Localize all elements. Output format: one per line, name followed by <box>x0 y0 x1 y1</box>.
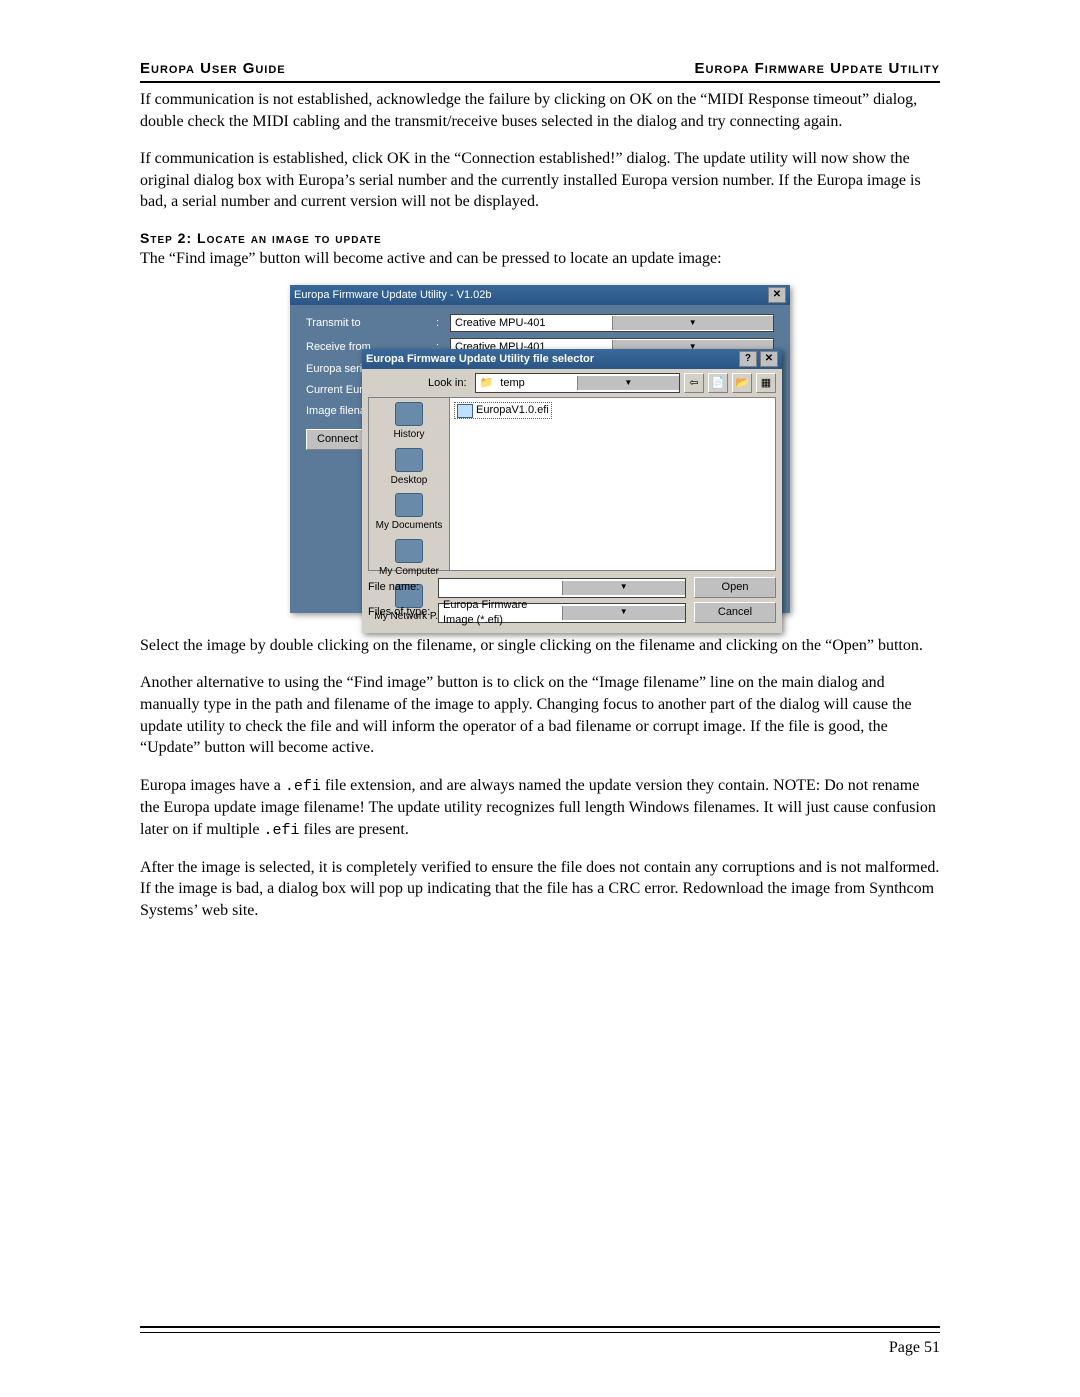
paragraph-2: If communication is established, click O… <box>140 148 940 213</box>
place-mycomp[interactable]: My Computer <box>379 539 439 579</box>
file-toolbar: Look in: 📁 temp ▼ ⇦ 📄 📂 ▦ <box>362 369 782 397</box>
main-window-title: Europa Firmware Update Utility - V1.02b <box>294 288 491 303</box>
file-dialog-title-bar: Europa Firmware Update Utility file sele… <box>362 349 782 369</box>
footer-rule <box>140 1326 940 1333</box>
filetype-value: Europa Firmware Image (*.efi) <box>439 598 562 628</box>
screenshot-inner: Europa Firmware Update Utility - V1.02b … <box>290 285 790 612</box>
close-icon[interactable]: ✕ <box>768 287 786 303</box>
page-footer: Page 51 <box>140 1326 940 1357</box>
transmit-value: Creative MPU-401 <box>451 316 612 331</box>
open-button[interactable]: Open <box>694 577 776 598</box>
main-title-bar: Europa Firmware Update Utility - V1.02b … <box>290 285 790 305</box>
page-header: Europa User Guide Europa Firmware Update… <box>140 60 940 83</box>
lookin-combo[interactable]: 📁 temp ▼ <box>475 373 680 393</box>
place-mydocs[interactable]: My Documents <box>376 493 443 533</box>
paragraph-4: Select the image by double clicking on t… <box>140 635 940 657</box>
lookin-label: Look in: <box>428 376 467 391</box>
file-selector-dialog: Europa Firmware Update Utility file sele… <box>362 349 782 633</box>
paragraph-6: Europa images have a .efi file extension… <box>140 775 940 841</box>
paragraph-5: Another alternative to using the “Find i… <box>140 672 940 758</box>
history-icon <box>395 402 423 426</box>
lookin-value: temp <box>496 377 528 389</box>
paragraph-3: The “Find image” button will become acti… <box>140 248 940 270</box>
file-body: History Desktop My Documents My Computer… <box>368 397 776 571</box>
file-dialog-title: Europa Firmware Update Utility file sele… <box>366 352 594 367</box>
cancel-button[interactable]: Cancel <box>694 602 776 623</box>
transmit-combo[interactable]: Creative MPU-401 ▼ <box>450 314 774 332</box>
screenshot: Europa Firmware Update Utility - V1.02b … <box>140 285 940 612</box>
computer-icon <box>395 539 423 563</box>
filetype-combo[interactable]: Europa Firmware Image (*.efi) ▼ <box>438 603 686 623</box>
views-icon[interactable]: ▦ <box>756 373 776 393</box>
chevron-down-icon[interactable]: ▼ <box>612 316 774 330</box>
file-item-name: EuropaV1.0.efi <box>476 403 549 418</box>
documents-icon <box>395 493 423 517</box>
body-text: If communication is not established, ack… <box>140 89 940 922</box>
efi-ext: .efi <box>285 778 321 795</box>
paragraph-1: If communication is not established, ack… <box>140 89 940 132</box>
connect-button[interactable]: Connect <box>306 429 369 450</box>
file-item[interactable]: EuropaV1.0.efi <box>454 402 552 419</box>
document-page: Europa User Guide Europa Firmware Update… <box>0 0 1080 1397</box>
page-number: Page 51 <box>140 1339 940 1357</box>
filename-input[interactable]: ▼ <box>438 578 686 598</box>
back-icon[interactable]: ⇦ <box>684 373 704 393</box>
transmit-label: Transmit to <box>306 316 436 331</box>
file-icon <box>457 404 473 418</box>
step-2-heading: Step 2: Locate an image to update <box>140 229 940 248</box>
chevron-down-icon[interactable]: ▼ <box>562 581 686 595</box>
file-list[interactable]: EuropaV1.0.efi <box>450 398 775 570</box>
paragraph-7: After the image is selected, it is compl… <box>140 857 940 922</box>
filename-label: File name: <box>368 580 438 595</box>
help-icon[interactable]: ? <box>739 351 757 367</box>
chevron-down-icon[interactable]: ▼ <box>577 376 679 390</box>
new-folder-icon[interactable]: 📂 <box>732 373 752 393</box>
places-bar: History Desktop My Documents My Computer… <box>369 398 450 570</box>
up-folder-icon[interactable]: 📄 <box>708 373 728 393</box>
filetype-label: Files of type: <box>368 605 438 620</box>
chevron-down-icon[interactable]: ▼ <box>562 606 686 620</box>
header-right: Europa Firmware Update Utility <box>695 60 940 77</box>
header-left: Europa User Guide <box>140 60 286 77</box>
desktop-icon <box>395 448 423 472</box>
place-history[interactable]: History <box>393 402 424 442</box>
place-desktop[interactable]: Desktop <box>391 448 428 488</box>
efi-ext2: .efi <box>264 822 300 839</box>
close-icon[interactable]: ✕ <box>760 351 778 367</box>
